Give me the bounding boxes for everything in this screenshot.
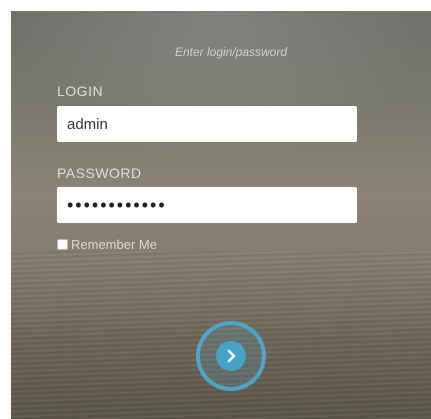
login-label: LOGIN: [57, 83, 104, 99]
login-input[interactable]: [57, 106, 357, 142]
login-hint: Enter login/password: [174, 45, 288, 59]
remember-me[interactable]: Remember Me: [57, 237, 157, 252]
remember-me-label[interactable]: Remember Me: [71, 237, 157, 252]
login-panel: Enter login/password LOGIN PASSWORD Reme…: [11, 11, 431, 419]
password-label: PASSWORD: [57, 165, 142, 181]
password-input[interactable]: [57, 187, 357, 223]
remember-me-checkbox[interactable]: [57, 239, 68, 250]
login-submit-button[interactable]: [196, 321, 266, 391]
chevron-right-icon: [216, 341, 246, 371]
